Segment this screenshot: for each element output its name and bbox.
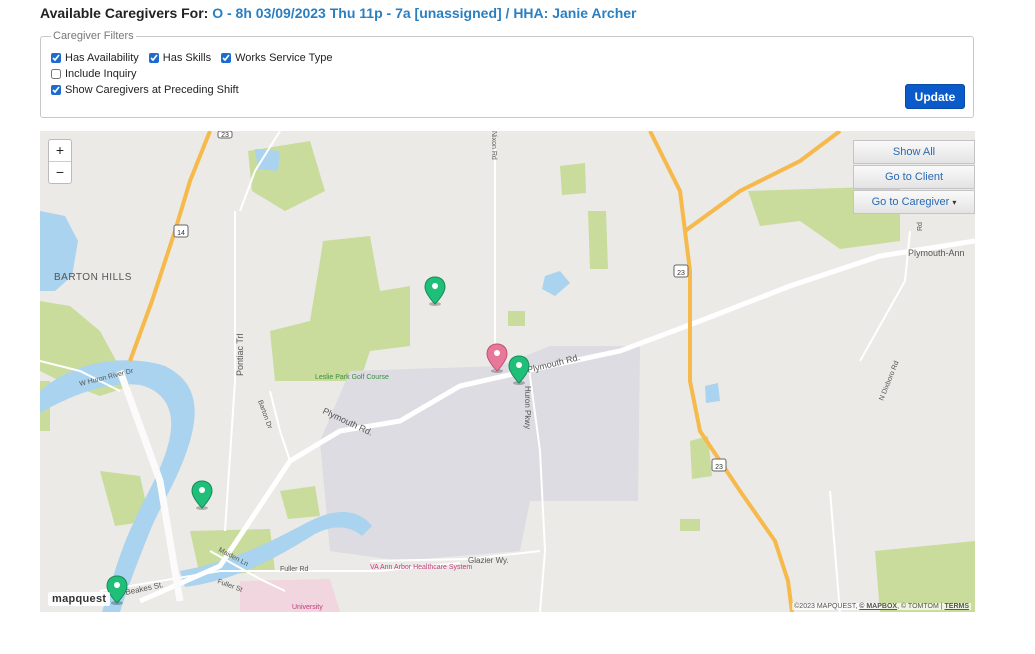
- map-view[interactable]: 23 23 14 23 BARTON HILLS Plymouth-Ann Pl…: [40, 131, 975, 612]
- caregiver-pin-3[interactable]: [191, 480, 213, 510]
- has-availability-checkbox[interactable]: Has Availability: [51, 52, 139, 64]
- hospital-area: [240, 579, 340, 612]
- works-service-type-label: Works Service Type: [235, 52, 333, 64]
- show-preceding-checkbox[interactable]: Show Caregivers at Preceding Shift: [51, 84, 239, 96]
- huron-pkwy-label: Huron Pkwy: [523, 386, 532, 429]
- pontiac-trl-label: Pontiac Trl: [235, 333, 245, 376]
- client-pin[interactable]: [486, 343, 508, 373]
- shift-link[interactable]: O - 8h 03/09/2023 Thu 11p - 7a [unassign…: [212, 5, 636, 21]
- route-23-label-south: 23: [715, 464, 723, 471]
- works-service-type-input[interactable]: [221, 53, 232, 63]
- barton-dr-label: Barton Dr: [256, 399, 273, 430]
- fuller-rd-label: Fuller Rd: [280, 566, 309, 573]
- mapquest-logo: mapquest: [48, 592, 111, 606]
- has-availability-label: Has Availability: [65, 52, 139, 64]
- n-dixboro-label: N Dixboro Rd: [878, 360, 900, 402]
- va-hospital-label: VA Ann Arbor Healthcare System: [370, 564, 472, 571]
- plymouth-ann-label: Plymouth-Ann: [908, 248, 965, 258]
- university-label: University: [292, 604, 323, 611]
- terms-link[interactable]: TERMS: [945, 603, 970, 610]
- leslie-park-label: Leslie Park Golf Course: [315, 374, 389, 381]
- rd-edge-label: Rd: [917, 222, 924, 231]
- route-14-label: 14: [177, 230, 185, 237]
- works-service-type-checkbox[interactable]: Works Service Type: [221, 52, 332, 64]
- include-inquiry-input[interactable]: [51, 69, 61, 79]
- page-title: Available Caregivers For: O - 8h 03/09/2…: [40, 5, 637, 21]
- update-button[interactable]: Update: [905, 84, 965, 109]
- show-all-button[interactable]: Show All: [853, 140, 975, 164]
- has-skills-input[interactable]: [148, 53, 159, 63]
- zoom-control: + −: [48, 139, 72, 184]
- caregiver-filters: Caregiver Filters Has Availability Has S…: [40, 30, 974, 118]
- mapbox-link[interactable]: © MAPBOX: [859, 603, 897, 610]
- map-attribution: ©2023 MAPQUEST, © MAPBOX, © TOMTOM | TER…: [792, 603, 971, 610]
- has-availability-input[interactable]: [51, 53, 61, 63]
- attribution-separator: , © TOMTOM |: [897, 603, 943, 610]
- caregiver-pin-2[interactable]: [508, 355, 530, 385]
- attribution-prefix: ©2023 MAPQUEST,: [794, 603, 858, 610]
- include-inquiry-label: Include Inquiry: [65, 68, 137, 80]
- filters-legend: Caregiver Filters: [53, 30, 134, 42]
- nixon-rd-north-label: Nixon Rd: [490, 131, 497, 160]
- go-to-caregiver-label: Go to Caregiver: [871, 196, 950, 208]
- route-23-label: 23: [677, 270, 685, 277]
- go-to-client-button[interactable]: Go to Client: [853, 165, 975, 189]
- go-to-caregiver-dropdown[interactable]: Go to Caregiver ▾: [853, 190, 975, 214]
- show-preceding-label: Show Caregivers at Preceding Shift: [65, 84, 239, 96]
- glazier-wy-label: Glazier Wy.: [468, 556, 509, 565]
- has-skills-checkbox[interactable]: Has Skills: [148, 52, 212, 64]
- map-button-group: Show All Go to Client Go to Caregiver ▾: [853, 140, 975, 215]
- title-prefix: Available Caregivers For:: [40, 5, 209, 21]
- fuller-st-label: Fuller St: [216, 578, 243, 594]
- chevron-down-icon: ▾: [952, 198, 957, 207]
- has-skills-label: Has Skills: [162, 52, 212, 64]
- zoom-in-button[interactable]: +: [49, 140, 71, 161]
- caregiver-pin-1[interactable]: [424, 276, 446, 306]
- zoom-out-button[interactable]: −: [49, 161, 71, 183]
- route-23-label-north: 23: [221, 132, 229, 139]
- barton-hills-label: BARTON HILLS: [54, 272, 132, 283]
- include-inquiry-checkbox[interactable]: Include Inquiry: [51, 68, 137, 80]
- show-preceding-input[interactable]: [51, 85, 61, 95]
